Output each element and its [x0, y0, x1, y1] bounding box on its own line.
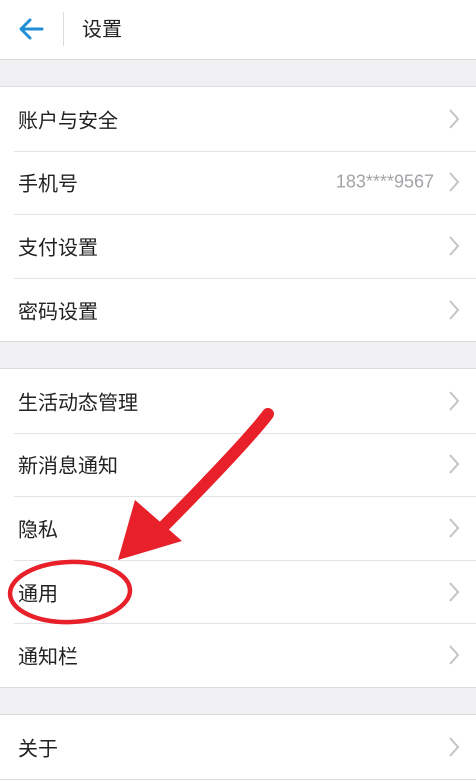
page-title: 设置: [82, 17, 122, 41]
settings-item-notification-bar[interactable]: 通知栏: [0, 623, 476, 687]
chevron-right-icon: [449, 391, 460, 411]
settings-item-privacy[interactable]: 隐私: [0, 496, 476, 560]
settings-item-payment[interactable]: 支付设置: [0, 214, 476, 278]
settings-item-label: 密码设置: [18, 299, 98, 324]
phone-number-value: 183****9567: [335, 171, 434, 192]
chevron-right-icon: [449, 518, 460, 538]
settings-item-label: 通用: [18, 581, 58, 606]
settings-item-label: 账户与安全: [18, 108, 118, 133]
settings-item-notifications[interactable]: 新消息通知: [0, 432, 476, 497]
chevron-right-icon: [449, 299, 460, 320]
settings-item-life-feed[interactable]: 生活动态管理: [0, 369, 476, 433]
chevron-right-icon: [449, 109, 460, 129]
settings-item-label: 关于: [18, 736, 58, 761]
settings-item-general[interactable]: 通用: [0, 559, 476, 624]
header-divider: [63, 12, 64, 46]
settings-group-general: 生活动态管理 新消息通知 隐私 通用 通知栏: [0, 368, 476, 688]
settings-item-label: 隐私: [18, 517, 58, 542]
chevron-right-icon: [449, 737, 460, 757]
arrow-left-icon: [19, 18, 44, 40]
settings-item-label: 支付设置: [18, 235, 98, 260]
chevron-right-icon: [449, 581, 460, 602]
settings-item-label: 手机号: [18, 171, 78, 196]
back-button[interactable]: [8, 8, 54, 50]
chevron-right-icon: [449, 645, 460, 665]
settings-item-label: 新消息通知: [18, 453, 118, 478]
settings-group-account: 账户与安全 手机号 183****9567 支付设置 密码设置: [0, 86, 476, 343]
top-bar: 设置: [0, 0, 476, 60]
settings-item-label: 生活动态管理: [18, 390, 138, 415]
settings-item-about[interactable]: 关于: [0, 715, 476, 779]
settings-item-phone[interactable]: 手机号 183****9567: [0, 150, 476, 215]
chevron-right-icon: [449, 236, 460, 256]
settings-item-label: 通知栏: [18, 644, 78, 669]
chevron-right-icon: [449, 454, 460, 475]
settings-item-account-security[interactable]: 账户与安全: [0, 87, 476, 151]
chevron-right-icon: [449, 172, 460, 193]
settings-group-about: 关于: [0, 714, 476, 780]
settings-item-password[interactable]: 密码设置: [0, 277, 476, 342]
